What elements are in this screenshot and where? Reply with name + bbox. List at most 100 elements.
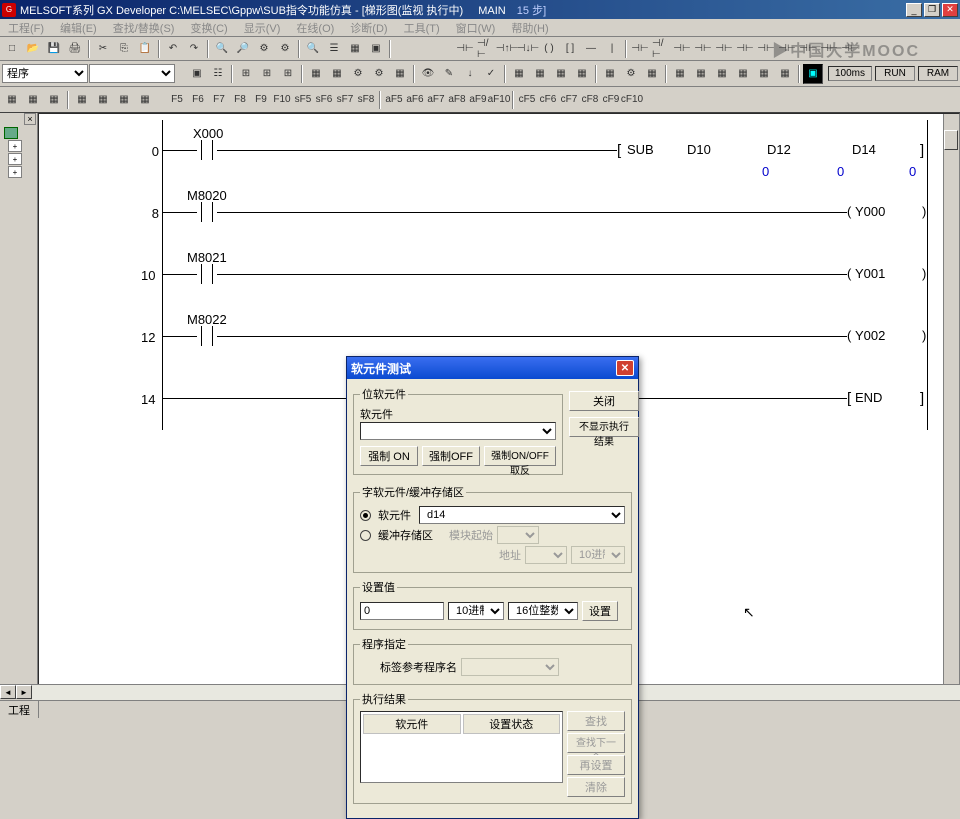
word-device-input[interactable]: d14 <box>419 506 625 524</box>
copy-icon[interactable]: ⎘ <box>114 39 134 59</box>
dialog-close-icon[interactable]: ✕ <box>616 360 634 376</box>
tb3-icon-4[interactable]: ▦ <box>72 90 92 110</box>
undo-icon[interactable]: ↶ <box>163 39 183 59</box>
bit-device-input[interactable] <box>360 422 556 440</box>
tb3-f6[interactable]: F6 <box>188 90 208 110</box>
cut-icon[interactable]: ✂ <box>93 39 113 59</box>
tb2-icon-k[interactable]: ▦ <box>733 64 753 84</box>
contact-p-icon[interactable]: ⊣↑⊢ <box>497 39 517 59</box>
tb2-icon-j[interactable]: ▦ <box>712 64 732 84</box>
tb2-icon-l[interactable]: ▦ <box>754 64 774 84</box>
contact-no[interactable] <box>197 264 217 284</box>
redo-icon[interactable]: ↷ <box>184 39 204 59</box>
tb3-icon-1[interactable]: ▦ <box>2 90 22 110</box>
tb2-icon-6[interactable]: ▦ <box>306 64 326 84</box>
tb2-icon-5[interactable]: ⊞ <box>278 64 298 84</box>
tb3-af5[interactable]: aF5 <box>384 90 404 110</box>
radio-buffer[interactable] <box>360 530 371 541</box>
tb2-icon-a[interactable]: ▦ <box>509 64 529 84</box>
tab-project[interactable]: 工程 <box>0 701 39 718</box>
project-tree[interactable]: + + + <box>0 113 37 193</box>
menu-help[interactable]: 帮助(H) <box>507 19 552 37</box>
contact-no-icon[interactable]: ⊣⊢ <box>455 39 475 59</box>
result-table[interactable]: 软元件 设置状态 <box>360 711 563 783</box>
vertical-scrollbar[interactable] <box>943 114 959 702</box>
force-toggle-button[interactable]: 强制ON/OFF取反 <box>484 446 556 466</box>
tb2-icon-4[interactable]: ⊞ <box>257 64 277 84</box>
hline-icon[interactable]: — <box>581 39 601 59</box>
verify-icon[interactable]: ✓ <box>481 64 501 84</box>
grid-icon[interactable]: ▦ <box>345 39 365 59</box>
tb3-f5[interactable]: F5 <box>167 90 187 110</box>
tb3-af8[interactable]: aF8 <box>447 90 467 110</box>
menu-find[interactable]: 查找/替换(S) <box>109 19 179 37</box>
tb2-icon-d[interactable]: ▦ <box>572 64 592 84</box>
f10-icon[interactable]: ⊣⊢ <box>735 39 755 59</box>
tb2-icon-3[interactable]: ⊞ <box>236 64 256 84</box>
minimize-button[interactable]: _ <box>906 3 922 17</box>
set-button[interactable]: 设置 <box>582 601 618 621</box>
tb2-icon-b[interactable]: ▦ <box>530 64 550 84</box>
tree-node[interactable]: + <box>8 140 22 152</box>
tb3-icon-6[interactable]: ▦ <box>114 90 134 110</box>
tb3-af9[interactable]: aF9 <box>468 90 488 110</box>
tb3-icon-2[interactable]: ▦ <box>23 90 43 110</box>
contact-n-icon[interactable]: ⊣↓⊢ <box>518 39 538 59</box>
monitor-active-icon[interactable]: ▣ <box>803 64 823 84</box>
find2-icon[interactable]: 🔎 <box>233 39 253 59</box>
save-icon[interactable]: 💾 <box>44 39 64 59</box>
tb3-f7[interactable]: F7 <box>209 90 229 110</box>
tb2-icon-h[interactable]: ▦ <box>670 64 690 84</box>
coil[interactable]: ( <box>847 204 851 219</box>
tree-node[interactable]: + <box>8 166 22 178</box>
tb2-icon-c[interactable]: ▦ <box>551 64 571 84</box>
coil[interactable]: ( <box>847 328 851 343</box>
tb3-icon-3[interactable]: ▦ <box>44 90 64 110</box>
menu-edit[interactable]: 编辑(E) <box>56 19 101 37</box>
tb3-sf7[interactable]: sF7 <box>335 90 355 110</box>
read-icon[interactable]: ↓ <box>460 64 480 84</box>
new-icon[interactable]: □ <box>2 39 22 59</box>
tb3-icon-5[interactable]: ▦ <box>93 90 113 110</box>
monitor-icon[interactable]: 👁 <box>418 64 438 84</box>
scroll-left-icon[interactable]: ◄ <box>0 685 16 699</box>
tb3-icon-7[interactable]: ▦ <box>135 90 155 110</box>
tree-node[interactable]: + <box>8 153 22 165</box>
tool-icon[interactable]: ⚙ <box>254 39 274 59</box>
contact-no[interactable] <box>197 202 217 222</box>
radio-device[interactable] <box>360 510 371 521</box>
window-icon[interactable]: ▣ <box>366 39 386 59</box>
tb2-icon-8[interactable]: ⚙ <box>348 64 368 84</box>
tb3-f10[interactable]: F10 <box>272 90 292 110</box>
coil-icon[interactable]: ( ) <box>539 39 559 59</box>
zoom-icon[interactable]: 🔍 <box>303 39 323 59</box>
vline-icon[interactable]: | <box>602 39 622 59</box>
list-icon[interactable]: ☰ <box>324 39 344 59</box>
tb3-f8[interactable]: F8 <box>230 90 250 110</box>
tb3-af7[interactable]: aF7 <box>426 90 446 110</box>
dialog-titlebar[interactable]: 软元件测试 ✕ <box>347 357 638 379</box>
contact-nc-icon[interactable]: ⊣/⊢ <box>476 39 496 59</box>
setvalue-radix-select[interactable]: 10进制 <box>448 602 504 620</box>
tb2-icon-7[interactable]: ▦ <box>327 64 347 84</box>
tb2-icon-2[interactable]: ☷ <box>208 64 228 84</box>
tree-root-icon[interactable] <box>4 127 18 139</box>
force-off-button[interactable]: 强制OFF <box>422 446 480 466</box>
tb2-icon-m[interactable]: ▦ <box>775 64 795 84</box>
menu-diagnose[interactable]: 诊断(D) <box>346 19 391 37</box>
setvalue-type-select[interactable]: 16位整数 <box>508 602 578 620</box>
tb3-cf8[interactable]: cF8 <box>580 90 600 110</box>
tool2-icon[interactable]: ⚙ <box>275 39 295 59</box>
menu-window[interactable]: 窗口(W) <box>452 19 500 37</box>
func-icon[interactable]: [ ] <box>560 39 580 59</box>
tb3-af6[interactable]: aF6 <box>405 90 425 110</box>
maximize-button[interactable]: ❐ <box>924 3 940 17</box>
sidebar-close-icon[interactable]: × <box>24 113 36 125</box>
mode-select[interactable]: 程序 <box>2 64 88 83</box>
write-icon[interactable]: ✎ <box>439 64 459 84</box>
tb3-sf8[interactable]: sF8 <box>356 90 376 110</box>
tb2-icon-g[interactable]: ▦ <box>642 64 662 84</box>
tb3-cf5[interactable]: cF5 <box>517 90 537 110</box>
menu-convert[interactable]: 变换(C) <box>186 19 231 37</box>
print-icon[interactable]: 🖨 <box>65 39 85 59</box>
